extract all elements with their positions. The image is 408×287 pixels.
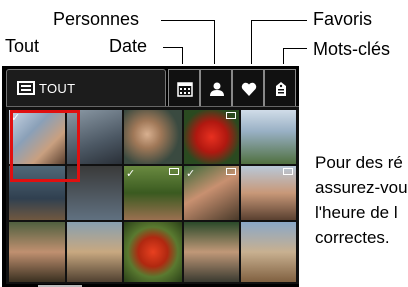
heart-icon (241, 82, 257, 96)
photo-thumbnail[interactable] (241, 222, 296, 282)
info-line: correctes. (315, 228, 390, 247)
callout-favoris: Favoris (313, 9, 373, 29)
thumbnail-grid: ✓ ✓ ✓ (6, 106, 299, 284)
callout-tout: Tout (5, 36, 40, 56)
tab-favoris[interactable] (232, 69, 264, 106)
tab-mots-cles[interactable] (264, 69, 296, 106)
camera-screen: TOUT ✓ ✓ ✓ (2, 66, 299, 287)
video-icon (169, 168, 179, 175)
check-icon: ✓ (186, 167, 196, 180)
callout-personnes: Personnes (53, 9, 140, 29)
photo-thumbnail[interactable] (9, 222, 65, 282)
tab-personnes[interactable] (200, 69, 232, 106)
leader-personnes (161, 20, 214, 21)
photo-thumbnail[interactable]: ✓ (184, 166, 239, 220)
photo-thumbnail[interactable] (124, 110, 182, 164)
info-line: l'heure de l (315, 203, 398, 222)
photo-thumbnail[interactable] (67, 222, 122, 282)
person-icon (210, 82, 224, 96)
callout-date: Date (109, 36, 148, 56)
leader-mots-cles (283, 48, 284, 64)
callout-mots-cles: Mots-clés (313, 39, 391, 59)
leader-date (163, 47, 182, 48)
photo-thumbnail[interactable] (241, 110, 296, 164)
tab-tout[interactable]: TOUT (6, 69, 166, 106)
leader-date (182, 47, 183, 64)
leader-favoris (251, 20, 307, 21)
all-grid-icon (17, 81, 35, 95)
photo-thumbnail[interactable] (241, 166, 296, 220)
tag-icon (276, 82, 286, 96)
leader-favoris (251, 20, 252, 64)
photo-thumbnail[interactable]: ✓ (124, 166, 182, 220)
photo-thumbnail[interactable] (184, 110, 239, 164)
video-icon (226, 168, 236, 175)
info-line: assurez-vou (315, 178, 408, 197)
check-icon: ✓ (126, 167, 136, 180)
selection-highlight (10, 110, 80, 182)
info-text: Pour des ré assurez-vou l'heure de l cor… (315, 150, 408, 250)
calendar-icon (177, 82, 193, 97)
leader-personnes (214, 20, 215, 64)
tab-tout-label: TOUT (39, 81, 76, 96)
photo-thumbnail[interactable] (124, 222, 182, 282)
photo-thumbnail[interactable] (184, 222, 239, 282)
video-icon (226, 112, 236, 119)
leader-mots-cles (283, 48, 307, 49)
info-line: Pour des ré (315, 153, 403, 172)
video-icon (283, 168, 293, 175)
tab-date[interactable] (168, 69, 200, 106)
